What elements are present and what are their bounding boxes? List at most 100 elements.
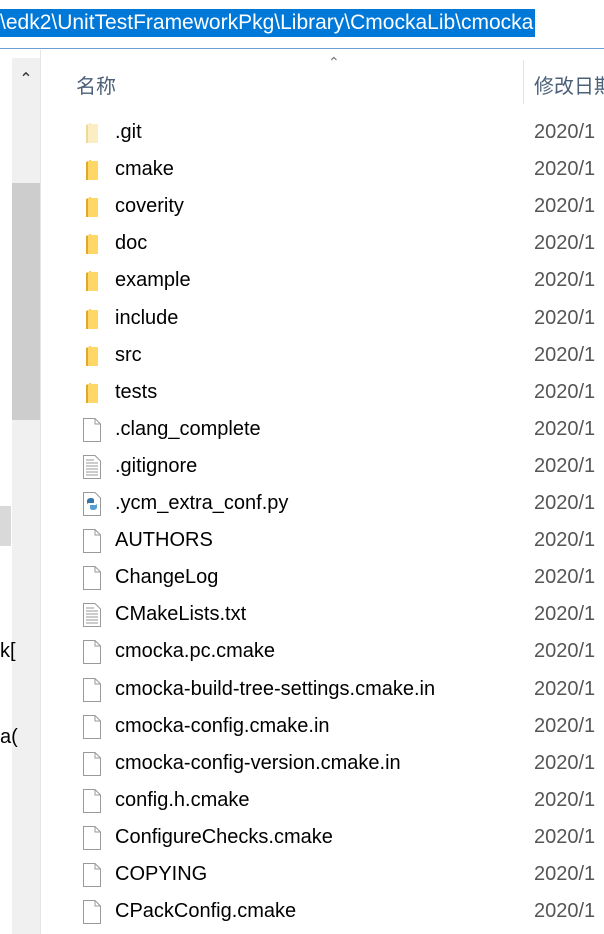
scrollbar-thumb[interactable] [12, 183, 40, 420]
file-row[interactable]: tests 2020/1 [40, 375, 604, 411]
file-name[interactable]: CMakeLists.txt [115, 603, 246, 626]
address-bar[interactable]: \edk2\UnitTestFrameworkPkg\Library\Cmock… [0, 0, 604, 49]
file-name[interactable]: COPYING [115, 863, 207, 886]
nav-item-fragment[interactable]: k[ [0, 640, 16, 663]
text-file-icon [82, 603, 102, 628]
file-name[interactable]: AUTHORS [115, 529, 213, 552]
file-date: 2020/1 [534, 232, 596, 255]
file-row[interactable]: include 2020/1 [40, 301, 604, 337]
file-date: 2020/1 [534, 900, 596, 923]
file-row[interactable]: cmake 2020/1 [40, 152, 604, 188]
file-row[interactable]: ConfigureChecks.cmake 2020/1 [40, 820, 604, 856]
address-path[interactable]: \edk2\UnitTestFrameworkPkg\Library\Cmock… [0, 9, 536, 37]
file-row[interactable]: example 2020/1 [40, 263, 604, 299]
file-name[interactable]: .git [115, 121, 142, 144]
scroll-up-icon[interactable]: ⌃ [12, 58, 40, 98]
file-row[interactable]: COPYING 2020/1 [40, 857, 604, 893]
file-date: 2020/1 [534, 603, 596, 626]
column-divider[interactable] [523, 60, 524, 104]
file-date: 2020/1 [534, 677, 596, 700]
file-name[interactable]: ChangeLog [115, 566, 218, 589]
file-row[interactable]: .git 2020/1 [40, 115, 604, 151]
file-row[interactable]: CMakeLists.txt 2020/1 [40, 597, 604, 633]
file-name[interactable]: doc [115, 232, 147, 255]
folder-icon [82, 158, 102, 182]
file-date: 2020/1 [534, 529, 596, 552]
file-date: 2020/1 [534, 492, 596, 514]
file-row[interactable]: ChangeLog 2020/1 [40, 560, 604, 596]
file-name[interactable]: src [115, 344, 142, 367]
file-icon [82, 788, 102, 813]
file-date: 2020/1 [534, 380, 596, 403]
folder-icon [82, 344, 102, 368]
file-name[interactable]: cmocka-config.cmake.in [115, 715, 330, 738]
file-date: 2020/1 [534, 863, 596, 885]
file-icon [82, 900, 102, 925]
file-row[interactable]: cmocka-config-version.cmake.in 2020/1 [40, 746, 604, 782]
file-name[interactable]: ConfigureChecks.cmake [115, 826, 333, 849]
file-date: 2020/1 [534, 640, 596, 663]
file-name[interactable]: example [115, 269, 191, 292]
file-date: 2020/1 [534, 825, 596, 848]
file-date: 2020/1 [534, 121, 596, 143]
file-row[interactable]: config.h.cmake 2020/1 [40, 783, 604, 819]
file-icon [82, 529, 102, 554]
file-row[interactable]: cmocka-build-tree-settings.cmake.in 2020/… [40, 672, 604, 708]
file-icon [82, 566, 102, 591]
file-name[interactable]: .ycm_extra_conf.py [115, 492, 288, 515]
file-name[interactable]: cmocka-config-version.cmake.in [115, 752, 401, 775]
file-icon [82, 677, 102, 702]
column-date-modified[interactable]: 修改日期 [534, 70, 604, 99]
folder-icon [82, 269, 102, 293]
sort-ascending-icon: ⌃ [328, 54, 340, 70]
file-row[interactable]: src 2020/1 [40, 338, 604, 374]
nav-scrollbar[interactable]: ⌃ [12, 58, 40, 934]
file-icon [82, 640, 102, 665]
file-icon [82, 825, 102, 850]
file-icon [82, 751, 102, 776]
file-row[interactable]: .clang_complete 2020/1 [40, 412, 604, 448]
nav-selected-item[interactable] [0, 506, 11, 546]
file-row[interactable]: doc 2020/1 [40, 226, 604, 262]
file-icon [82, 863, 102, 887]
file-name[interactable]: config.h.cmake [115, 789, 250, 812]
file-row[interactable]: coverity 2020/1 [40, 189, 604, 225]
file-name[interactable]: .gitignore [115, 455, 197, 478]
file-date: 2020/1 [534, 343, 596, 366]
column-name[interactable]: 名称 [76, 70, 116, 99]
folder-icon [82, 195, 102, 219]
file-name[interactable]: include [115, 307, 178, 330]
file-row[interactable]: cmocka-config.cmake.in 2020/1 [40, 709, 604, 745]
file-name[interactable]: cmocka-build-tree-settings.cmake.in [115, 678, 435, 701]
file-row[interactable]: AUTHORS 2020/1 [40, 523, 604, 559]
folder-icon [82, 307, 102, 331]
file-name[interactable]: .clang_complete [115, 418, 261, 441]
file-icon [82, 417, 102, 442]
folder-icon [82, 232, 102, 256]
file-row[interactable]: .ycm_extra_conf.py 2020/1 [40, 486, 604, 522]
file-row[interactable]: cmocka.pc.cmake 2020/1 [40, 634, 604, 670]
file-date: 2020/1 [534, 269, 596, 292]
file-date: 2020/1 [534, 788, 596, 811]
file-date: 2020/1 [534, 714, 596, 737]
folder-icon [82, 381, 102, 405]
column-header: ⌃ 名称 修改日期 [40, 50, 604, 108]
python-file-icon [82, 492, 102, 516]
folder-icon [82, 121, 102, 145]
file-date: 2020/1 [534, 566, 596, 589]
file-icon [82, 714, 102, 739]
file-row[interactable]: .gitignore 2020/1 [40, 449, 604, 485]
file-date: 2020/1 [534, 751, 596, 774]
file-row[interactable]: CPackConfig.cmake 2020/1 [40, 894, 604, 930]
file-date: 2020/1 [534, 195, 596, 218]
file-name[interactable]: tests [115, 381, 157, 404]
file-name[interactable]: coverity [115, 195, 184, 218]
file-date: 2020/1 [534, 306, 596, 329]
file-name[interactable]: CPackConfig.cmake [115, 900, 296, 923]
nav-item-fragment[interactable]: a( [0, 726, 18, 749]
file-name[interactable]: cmake [115, 158, 174, 181]
navigation-pane: ⌃ k[ a( [0, 50, 41, 934]
file-name[interactable]: cmocka.pc.cmake [115, 640, 275, 663]
file-date: 2020/1 [534, 454, 596, 477]
text-file-icon [82, 454, 102, 479]
